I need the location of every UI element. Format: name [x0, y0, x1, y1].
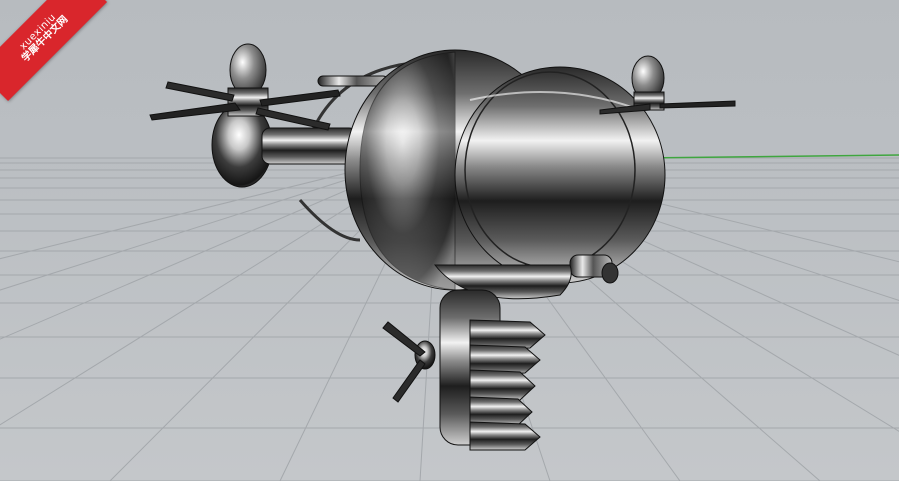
perspective-viewport[interactable]: xuexiniu 学犀牛中文网: [0, 0, 899, 481]
airship-model: [149, 43, 736, 451]
scene-svg: [0, 43, 899, 481]
